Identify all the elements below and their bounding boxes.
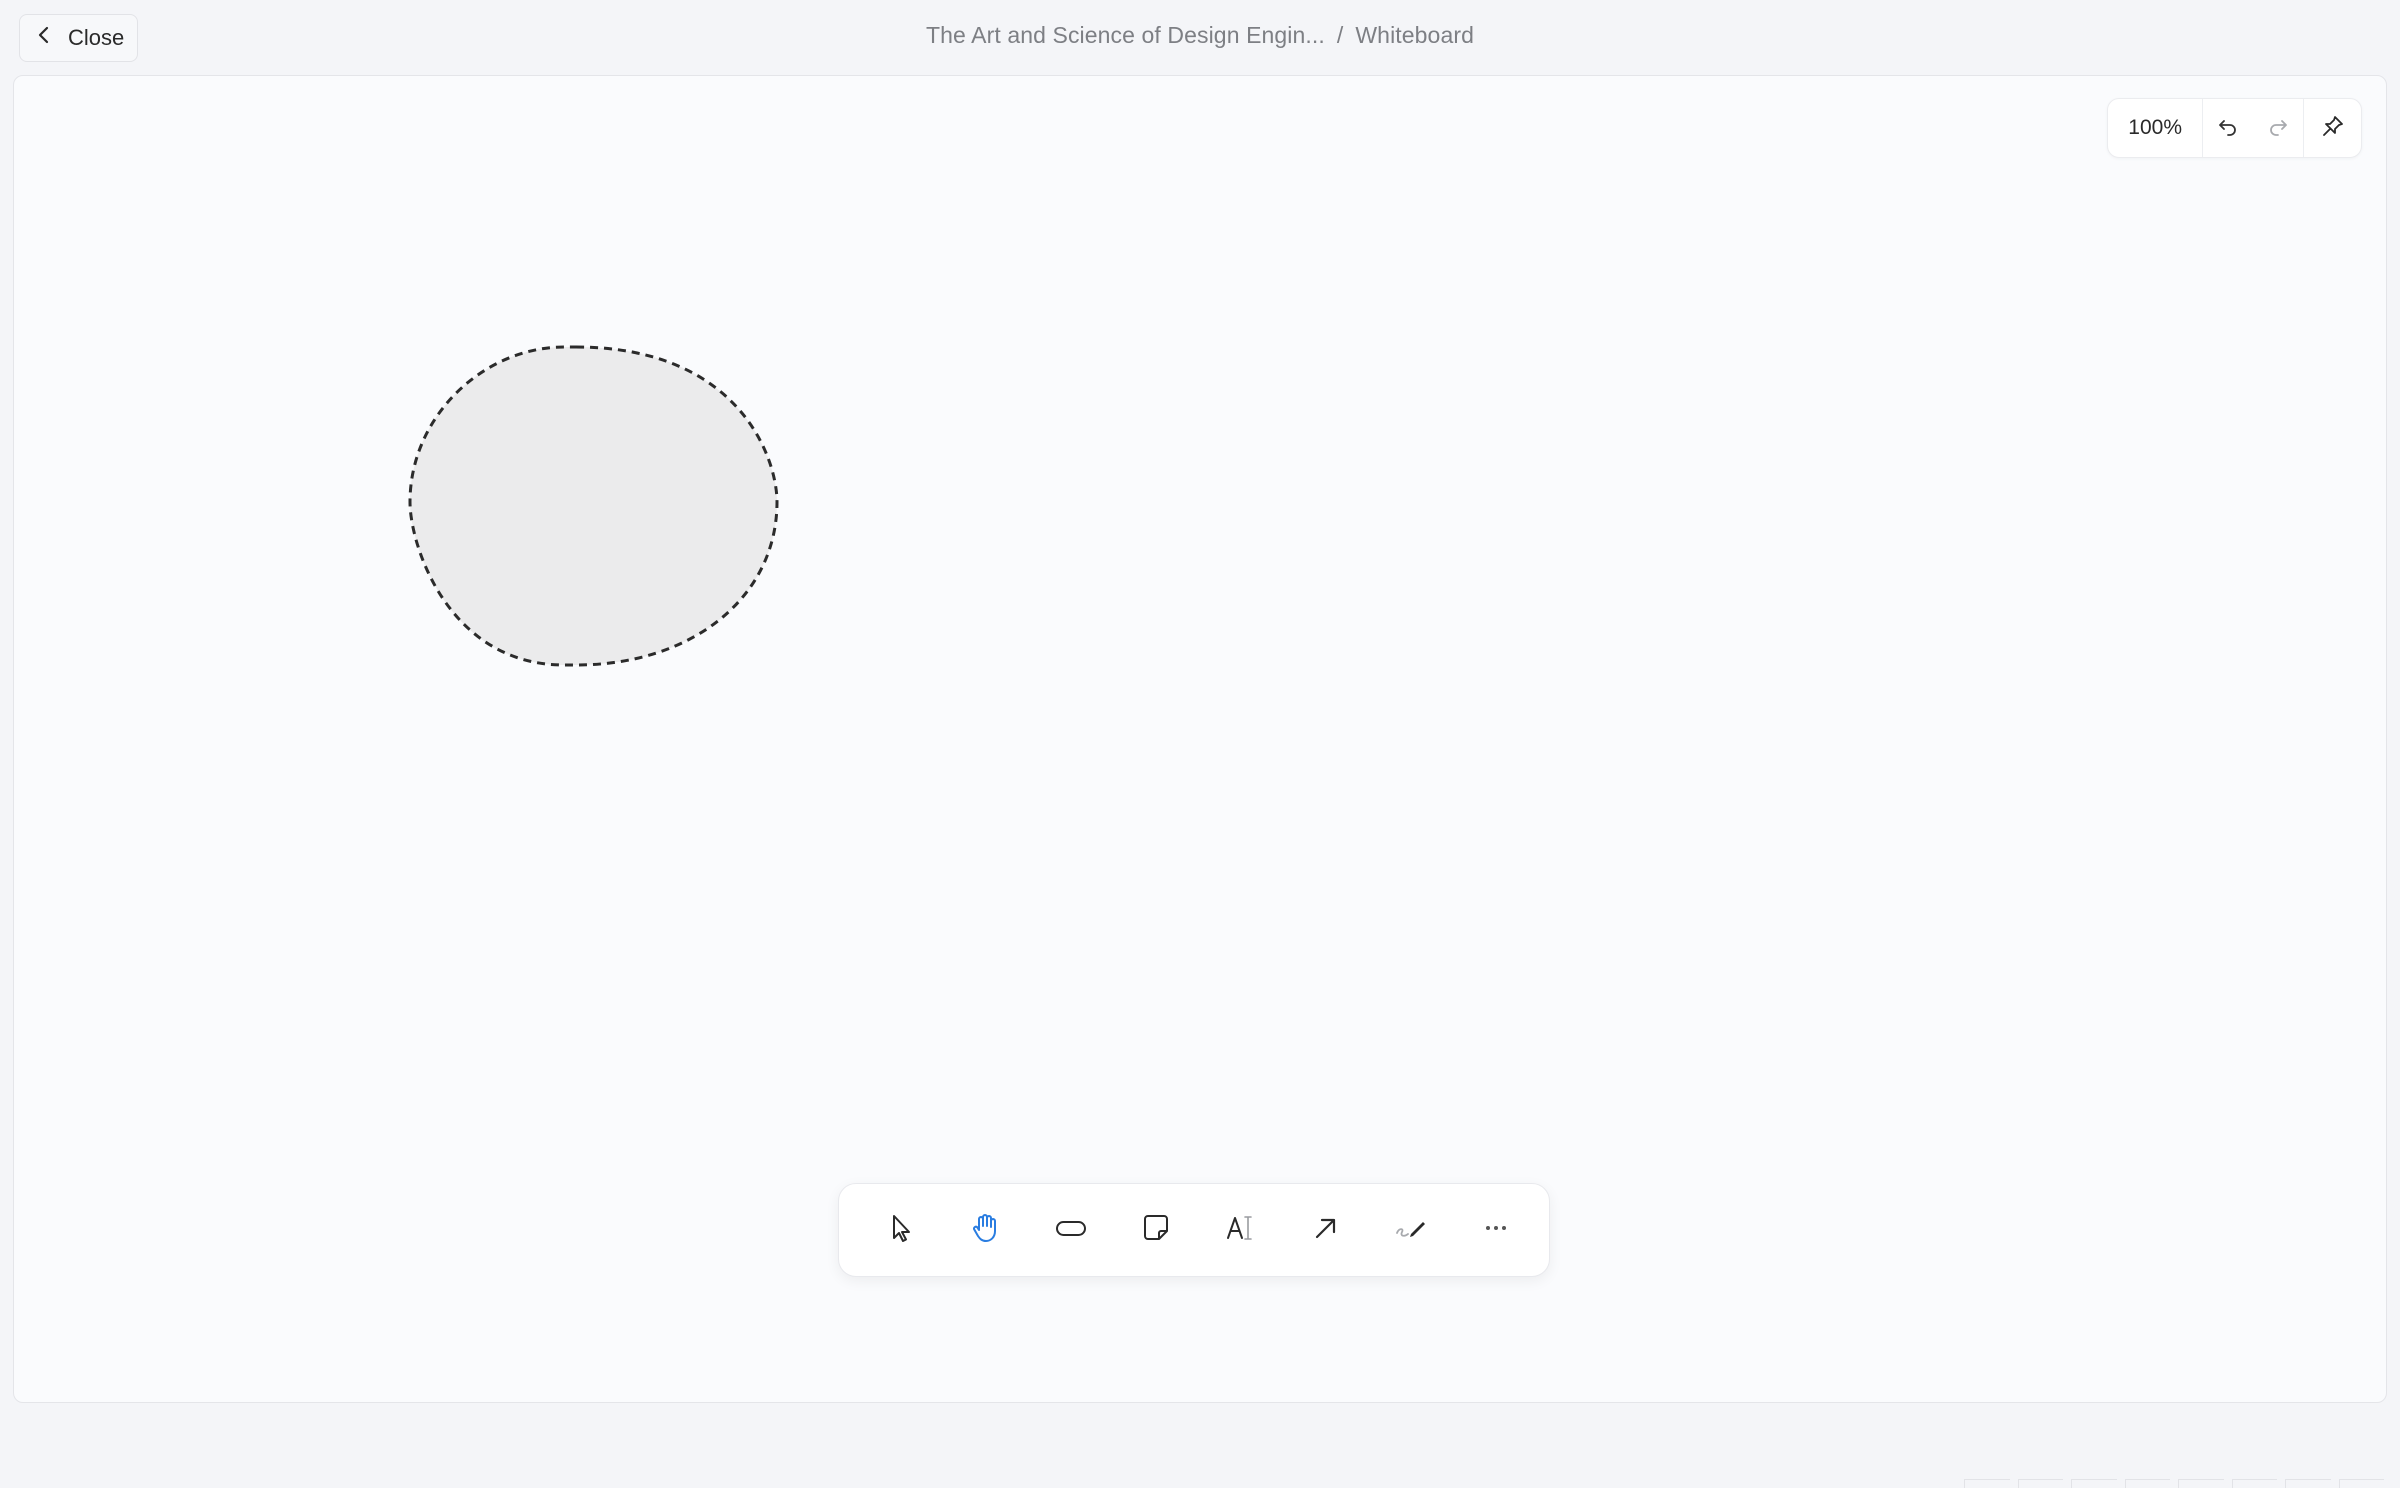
zoom-panel: 100% — [2107, 98, 2362, 158]
pin-button[interactable] — [2303, 99, 2361, 157]
drawing-toolbar — [838, 1183, 1550, 1277]
hand-icon — [969, 1211, 1003, 1250]
tool-hand[interactable] — [954, 1198, 1017, 1262]
breadcrumb-current: Whiteboard — [1355, 22, 1474, 48]
canvas-edge-decoration — [1964, 1479, 2384, 1488]
more-icon — [1479, 1211, 1513, 1250]
pen-icon — [1394, 1211, 1428, 1250]
arrow-icon — [1309, 1211, 1343, 1250]
undo-button[interactable] — [2203, 99, 2253, 157]
tool-select[interactable] — [869, 1198, 932, 1262]
undo-icon — [2216, 114, 2240, 143]
breadcrumb-parent[interactable]: The Art and Science of Design Engin... — [926, 22, 1325, 48]
text-icon — [1224, 1211, 1258, 1250]
tool-pen[interactable] — [1379, 1198, 1442, 1262]
tool-text[interactable] — [1209, 1198, 1272, 1262]
redo-button[interactable] — [2253, 99, 2303, 157]
tool-arrow[interactable] — [1294, 1198, 1357, 1262]
dashed-blob-shape[interactable] — [408, 345, 779, 667]
tool-shape[interactable] — [1039, 1198, 1102, 1262]
breadcrumb-separator: / — [1336, 22, 1344, 48]
breadcrumb: The Art and Science of Design Engin... / W… — [0, 22, 2400, 49]
tool-more[interactable] — [1464, 1198, 1527, 1262]
redo-icon — [2266, 114, 2290, 143]
tool-sticky-note[interactable] — [1124, 1198, 1187, 1262]
sticky-note-icon — [1139, 1211, 1173, 1250]
rounded-rect-icon — [1054, 1211, 1088, 1250]
zoom-level[interactable]: 100% — [2108, 99, 2203, 157]
cursor-icon — [884, 1211, 918, 1250]
pin-icon — [2321, 114, 2345, 143]
top-bar: Close The Art and Science of Design Engi… — [0, 0, 2400, 74]
